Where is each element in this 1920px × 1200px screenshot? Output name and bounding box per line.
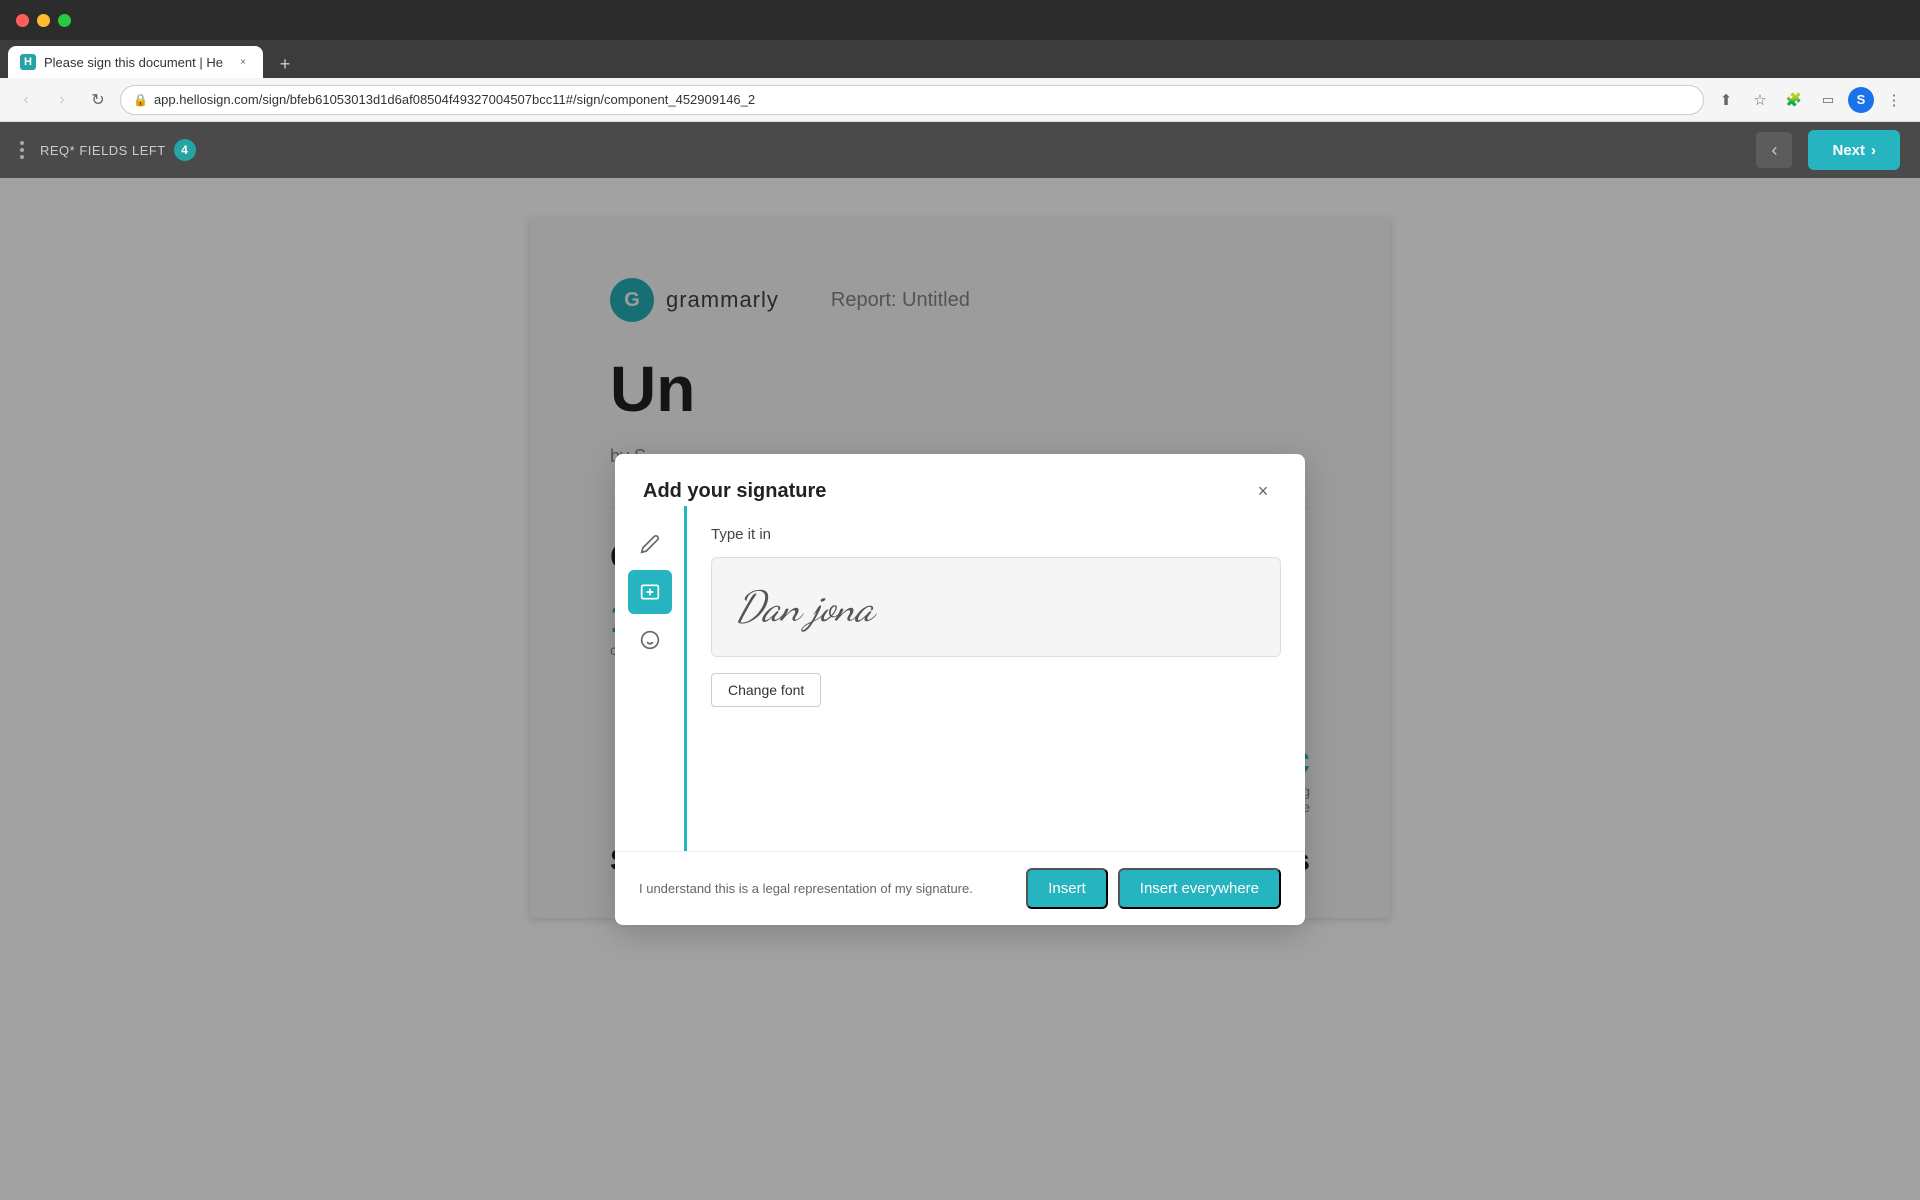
cast-btn[interactable]: ▭ [1814,86,1842,114]
type-tab[interactable] [628,570,672,614]
modal-main-panel: Type it in Dan jona Change font [687,506,1305,851]
change-font-btn[interactable]: Change font [711,673,821,707]
modal-close-btn[interactable]: × [1249,478,1277,506]
browser-toolbar: ‹ › ↻ 🔒 app.hellosign.com/sign/bfeb61053… [0,78,1920,122]
fields-count-badge: 4 [174,139,196,161]
address-text: app.hellosign.com/sign/bfeb61053013d1d6a… [154,92,1691,107]
traffic-light-green[interactable] [58,14,71,27]
modal-body: Type it in Dan jona Change font [615,506,1305,851]
modal-sidebar [615,506,687,851]
forward-nav-btn[interactable]: › [48,86,76,114]
menu-btn[interactable]: ⋮ [1880,86,1908,114]
draw-tab[interactable] [628,522,672,566]
new-tab-btn[interactable]: + [271,50,299,78]
signature-text: Dan jona [736,581,874,632]
modal-overlay: Add your signature × [0,178,1920,1200]
footer-buttons: Insert Insert everywhere [1026,868,1281,909]
share-btn[interactable]: ⬆ [1712,86,1740,114]
signature-preview: Dan jona [711,557,1281,657]
refresh-nav-btn[interactable]: ↻ [84,86,112,114]
lock-icon: 🔒 [133,93,148,107]
next-btn[interactable]: Next › [1808,130,1900,170]
modal-content-spacer [711,707,1281,827]
tab-title: Please sign this document | He [44,55,223,70]
type-it-in-label: Type it in [711,526,1281,543]
user-avatar[interactable]: S [1848,87,1874,113]
traffic-light-red[interactable] [16,14,29,27]
dots-menu[interactable] [20,141,24,159]
bookmark-btn[interactable]: ☆ [1746,86,1774,114]
tab-bar: H Please sign this document | He × + [0,40,1920,78]
browser-titlebar [0,0,1920,40]
modal-title: Add your signature [643,480,826,503]
legal-text: I understand this is a legal representat… [639,881,973,896]
modal-footer: I understand this is a legal representat… [615,851,1305,925]
next-icon: › [1871,142,1876,159]
main-content: G grammarly Report: Untitled Un by S Gen… [0,178,1920,1200]
active-tab[interactable]: H Please sign this document | He × [8,46,263,78]
tab-favicon: H [20,54,36,70]
insert-everywhere-btn[interactable]: Insert everywhere [1118,868,1281,909]
signature-modal: Add your signature × [615,454,1305,925]
extensions-btn[interactable]: 🧩 [1780,86,1808,114]
back-btn[interactable]: ‹ [1756,132,1792,168]
modal-header: Add your signature × [615,454,1305,506]
traffic-light-yellow[interactable] [37,14,50,27]
tab-close-btn[interactable]: × [235,54,251,70]
app-toolbar: REQ* FIELDS LEFT 4 ‹ Next › [0,122,1920,178]
next-label: Next [1832,142,1865,159]
insert-btn[interactable]: Insert [1026,868,1108,909]
back-nav-btn[interactable]: ‹ [12,86,40,114]
fields-left-label: REQ* FIELDS LEFT [40,143,166,158]
address-bar[interactable]: 🔒 app.hellosign.com/sign/bfeb61053013d1d… [120,85,1704,115]
fields-left-info: REQ* FIELDS LEFT 4 [40,139,196,161]
upload-tab[interactable] [628,618,672,662]
browser-toolbar-actions: ⬆ ☆ 🧩 ▭ S ⋮ [1712,86,1908,114]
